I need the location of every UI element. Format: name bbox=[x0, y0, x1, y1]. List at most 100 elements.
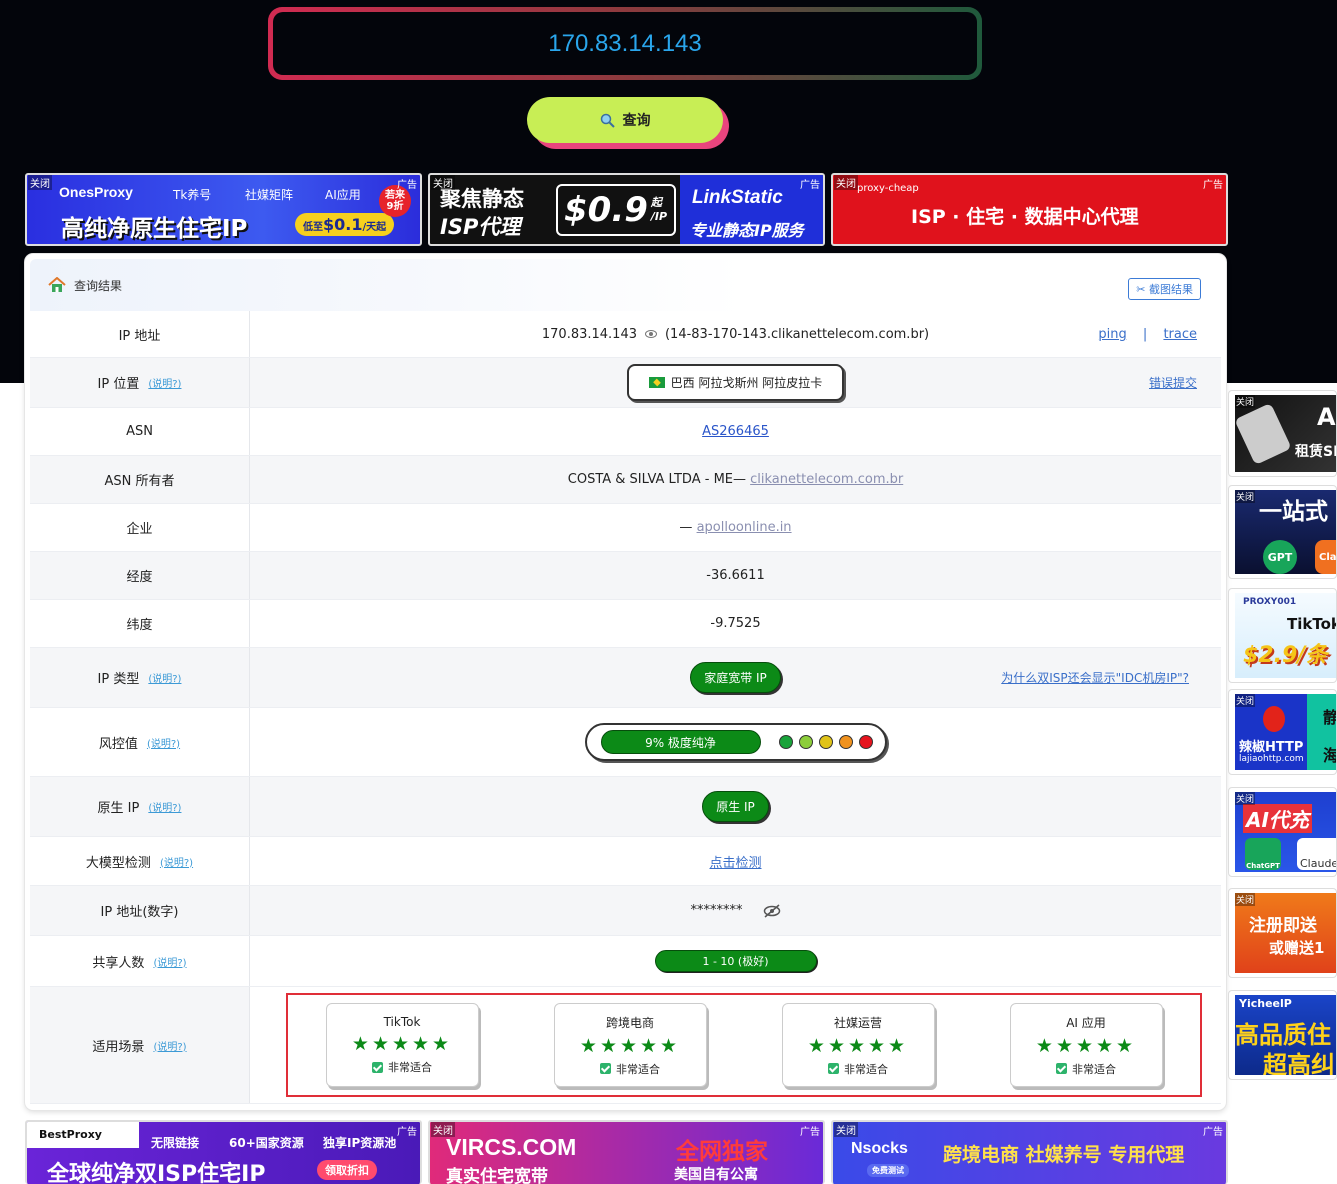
asn-owner-domain-link[interactable]: clikanettelecom.com.br bbox=[750, 472, 903, 487]
eye-icon[interactable] bbox=[644, 330, 657, 338]
ad-vircs[interactable]: 关闭 广告 VIRCS.COM 全网独家 真实住宅宽带 美国自有公寓 bbox=[428, 1120, 825, 1184]
help-link[interactable]: (说明?) bbox=[160, 854, 193, 869]
ip-type-note-link[interactable]: 为什么双ISP还会显示"IDC机房IP"? bbox=[1001, 669, 1189, 686]
ad-brand: BestProxy bbox=[39, 1128, 102, 1141]
asn-link[interactable]: AS266465 bbox=[702, 424, 769, 439]
side-ad-sim[interactable]: 关闭 A 租赁SI bbox=[1228, 390, 1337, 477]
trace-link[interactable]: trace bbox=[1163, 327, 1197, 342]
use-case-name: TikTok bbox=[383, 1015, 421, 1029]
row-asn: ASN AS266465 bbox=[30, 408, 1221, 456]
use-case-card: 跨境电商 ★★★★★ 非常适合 bbox=[553, 1003, 707, 1087]
company-domain-link[interactable]: apolloonline.in bbox=[697, 520, 792, 535]
row-ip-address: IP 地址 170.83.14.143 (14-83-170-143.clika… bbox=[30, 311, 1221, 358]
row-label: IP 地址(数字) bbox=[30, 886, 250, 935]
location-pill: 巴西 阿拉戈斯州 阿拉皮拉卡 bbox=[626, 364, 845, 401]
help-link[interactable]: (说明?) bbox=[148, 670, 181, 685]
ad-tag-item: 60+国家资源 bbox=[229, 1136, 304, 1150]
ping-trace-links: ping | trace bbox=[1098, 326, 1197, 342]
star-rating: ★★★★★ bbox=[351, 1033, 453, 1055]
help-link[interactable]: (说明?) bbox=[148, 375, 181, 390]
side-ad-text: 静 bbox=[1323, 704, 1336, 728]
side-ad-ai-recharge[interactable]: 关闭 AI代充 ChatGPT Claude bbox=[1228, 787, 1337, 877]
ip-search-input[interactable]: 170.83.14.143 bbox=[273, 12, 977, 75]
row-latitude: 纬度 -9.7525 bbox=[30, 600, 1221, 648]
side-ad-text: 或赠送1 bbox=[1269, 939, 1325, 957]
row-ip-location: IP 位置 (说明?) 巴西 阿拉戈斯州 阿拉皮拉卡 错误提交 bbox=[30, 358, 1221, 408]
ad-close-button[interactable]: 关闭 bbox=[431, 1122, 455, 1137]
screenshot-button[interactable]: ✂ 截图结果 bbox=[1128, 278, 1201, 300]
ad-close-button[interactable]: 关闭 bbox=[1235, 490, 1256, 503]
ad-brand: VIRCS.COM bbox=[446, 1134, 577, 1160]
query-button[interactable]: 查询 bbox=[527, 97, 723, 143]
ad-close-button[interactable]: 关闭 bbox=[834, 175, 858, 190]
ad-linkstatic[interactable]: 关闭 广告 聚焦静态 ISP代理 $0.9 起/IP LinkStatic 专业… bbox=[428, 173, 825, 246]
ad-close-button[interactable]: 关闭 bbox=[1235, 395, 1256, 408]
ad-close-button[interactable]: 关闭 bbox=[431, 175, 455, 190]
ad-proxy-cheap[interactable]: 关闭 广告 proxy-cheap ISP · 住宅 · 数据中心代理 bbox=[831, 173, 1228, 246]
ad-tag-item: 无限链接 bbox=[151, 1136, 200, 1150]
use-case-name: 跨境电商 bbox=[605, 1015, 654, 1030]
side-ad-onestop[interactable]: 关闭 一站式 GPT Clau bbox=[1228, 485, 1337, 579]
check-icon bbox=[828, 1063, 839, 1074]
row-label: 原生 IP bbox=[97, 801, 140, 816]
eye-off-icon[interactable] bbox=[763, 903, 781, 918]
use-case-name: 社媒运营 bbox=[833, 1015, 882, 1030]
row-label: 共享人数 bbox=[92, 955, 145, 971]
ad-close-button[interactable]: 关闭 bbox=[1235, 893, 1256, 906]
ad-tag: 广告 bbox=[800, 1127, 820, 1138]
side-ad-proxy001[interactable]: PROXY001 TikTok $2.9/条 bbox=[1228, 588, 1337, 683]
ad-tag: 广告 bbox=[397, 180, 417, 191]
risk-bar: 9% 极度纯净 bbox=[600, 730, 761, 754]
side-ad-text: Claude bbox=[1297, 838, 1336, 870]
ad-onesproxy[interactable]: 关闭 广告 OnesProxy Tk养号 社媒矩阵 AI应用 高纯净原生住宅IP… bbox=[25, 173, 422, 246]
latitude-value: -9.7525 bbox=[710, 616, 761, 631]
star-rating: ★★★★★ bbox=[1035, 1034, 1137, 1057]
row-label: 适用场景 bbox=[92, 1039, 145, 1055]
ad-tag-item: 独享IP资源池 bbox=[323, 1136, 397, 1150]
ad-close-button[interactable]: 关闭 bbox=[1235, 694, 1256, 707]
check-icon bbox=[600, 1063, 611, 1074]
help-link[interactable]: (说明?) bbox=[153, 954, 186, 969]
ad-tag-item: Tk养号 bbox=[173, 188, 212, 202]
row-risk-score: 风控值 (说明?) 9% 极度纯净 bbox=[30, 708, 1221, 777]
ad-close-button[interactable]: 关闭 bbox=[28, 175, 52, 190]
row-label: IP 地址 bbox=[30, 311, 250, 357]
ad-price: $0.9 bbox=[564, 190, 648, 230]
help-link[interactable]: (说明?) bbox=[148, 799, 181, 814]
row-label: 经度 bbox=[30, 552, 250, 599]
company-prefix: — bbox=[679, 520, 693, 535]
ad-close-button[interactable]: 关闭 bbox=[834, 1122, 858, 1137]
row-use-cases: 适用场景 (说明?) TikTok ★★★★★ 非常适合 跨境电商 ★★★★★ 非… bbox=[30, 987, 1221, 1104]
side-ad-text: AI代充 bbox=[1243, 804, 1312, 833]
side-ad-lajiao[interactable]: 关闭 辣椒HTTP lajiaohttp.com 静 海 bbox=[1228, 689, 1337, 775]
side-ad-register[interactable]: 关闭 注册即送 或赠送1 bbox=[1228, 888, 1337, 978]
llm-detect-link[interactable]: 点击检测 bbox=[709, 852, 761, 871]
ping-link[interactable]: ping bbox=[1098, 327, 1126, 342]
row-label: ASN bbox=[30, 408, 250, 455]
row-ip-numeric: IP 地址(数字) ******** bbox=[30, 886, 1221, 936]
ad-close-button[interactable]: 关闭 bbox=[1235, 792, 1256, 805]
ad-cta: 领取折扣 bbox=[317, 1160, 377, 1180]
home-icon bbox=[48, 276, 66, 293]
ad-bestproxy[interactable]: 广告 BestProxy 无限链接 60+国家资源 独享IP资源池 全球纯净双I… bbox=[25, 1120, 422, 1184]
ip-search-box[interactable]: 170.83.14.143 bbox=[268, 7, 982, 80]
side-ad-text: 辣椒HTTP bbox=[1239, 740, 1304, 755]
ad-tag-item: AI应用 bbox=[325, 188, 361, 202]
side-ad-text: lajiaohttp.com bbox=[1239, 754, 1304, 764]
row-ip-type: IP 类型 (说明?) 家庭宽带 IP 为什么双ISP还会显示"IDC机房IP"? bbox=[30, 648, 1221, 708]
ad-nsocks[interactable]: 关闭 广告 Nsocks 免费测试 跨境电商 社媒养号 专用代理 bbox=[831, 1120, 1228, 1184]
side-ad-text: 一站式 bbox=[1259, 499, 1328, 525]
help-link[interactable]: (说明?) bbox=[147, 735, 180, 750]
side-ad-yichee[interactable]: YicheelP 高品质住 超高纠 bbox=[1228, 990, 1337, 1080]
ad-price: $0.1 bbox=[323, 215, 363, 234]
side-ad-text: GPT bbox=[1263, 540, 1297, 574]
use-case-verdict: 非常适合 bbox=[616, 1062, 660, 1076]
ad-headline: 全网独家 bbox=[676, 1139, 768, 1165]
side-ad-text: ChatGPT bbox=[1245, 838, 1281, 870]
help-link[interactable]: (说明?) bbox=[153, 1038, 186, 1053]
row-label: IP 位置 bbox=[97, 377, 140, 392]
row-label: 风控值 bbox=[98, 736, 138, 752]
error-report-link[interactable]: 错误提交 bbox=[1149, 374, 1197, 391]
ad-price-box: $0.9 起/IP bbox=[556, 184, 676, 236]
side-ad-text: PROXY001 bbox=[1243, 597, 1297, 607]
